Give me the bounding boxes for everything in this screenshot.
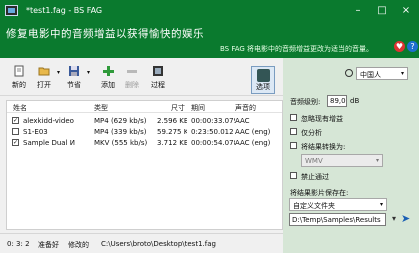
close-button[interactable]: × <box>395 3 417 18</box>
go-arrow-icon[interactable]: ➤ <box>401 213 415 225</box>
remove-minus-icon <box>127 70 137 73</box>
window-title: *test1.fag - BS FAG <box>26 6 103 15</box>
disable-pass-checkbox[interactable] <box>290 172 297 179</box>
status-state: 准备好 <box>38 241 59 249</box>
chevron-down-icon: ▾ <box>379 201 383 208</box>
disable-pass-label: 禁止通过 <box>301 173 329 181</box>
remove-label: 删除 <box>125 81 139 89</box>
info-icon[interactable]: ? <box>407 41 418 52</box>
status-file-path: C:\Users\broto\Desktop\test1.fag <box>101 240 216 248</box>
gain-unit: dB <box>350 97 360 105</box>
analyze-only-label: 仅分析 <box>301 129 322 137</box>
convert-format-value: WMV <box>305 157 323 165</box>
file-size: 3.712 KB <box>157 139 187 147</box>
new-button[interactable]: 新的 <box>9 65 29 93</box>
add-button[interactable]: 添加 <box>98 65 118 93</box>
new-label: 新的 <box>12 81 26 89</box>
film-app-icon <box>5 5 18 16</box>
ignore-gain-checkbox[interactable] <box>290 114 297 121</box>
options-button[interactable]: 选项 <box>251 66 275 94</box>
file-duration: 0:23:50.012 <box>191 128 234 136</box>
column-audio[interactable]: 声音的 <box>235 103 256 113</box>
app-slogan: 修复电影中的音频增益以获得愉快的娱乐 <box>6 28 204 40</box>
column-duration[interactable]: 期间 <box>191 103 205 113</box>
browse-folder-icon[interactable]: ▾ <box>389 214 399 224</box>
file-type: MP4 (339 kb/s) <box>94 128 147 136</box>
analyze-only-checkbox[interactable] <box>290 128 297 135</box>
toolbar: 新的 打开 ▾ 节省 ▾ 添加 删除 过程 <box>0 58 283 96</box>
open-label: 打开 <box>37 81 51 89</box>
save-to-label: 将结果影片保存在: <box>290 189 349 197</box>
help-heart-icon[interactable]: ♥ <box>394 41 405 52</box>
settings-panel: 中国人 ▾ 音频级别: 89,0 dB 忽略现有增益 仅分析 将结果转换为: W… <box>283 58 419 253</box>
file-duration: 00:00:54.078 <box>191 139 235 147</box>
globe-icon <box>345 69 353 77</box>
status-bar: 0: 3: 2 准备好 修改的 C:\Users\broto\Desktop\t… <box>0 233 283 253</box>
table-header: 姓名 类型 尺寸 期间 声音的 <box>7 101 282 113</box>
chevron-down-icon: ▾ <box>375 157 379 164</box>
output-path-field[interactable]: D:\Temp\Samples\Results <box>289 213 386 226</box>
convert-format-select[interactable]: WMV ▾ <box>301 154 383 167</box>
open-dropdown-arrow-icon[interactable]: ▾ <box>57 69 60 76</box>
add-label: 添加 <box>101 81 115 89</box>
save-disk-icon <box>69 66 79 76</box>
save-location-select[interactable]: 自定义文件夹 ▾ <box>289 198 387 211</box>
status-count: 0: 3: 2 <box>7 240 30 248</box>
file-table[interactable]: 姓名 类型 尺寸 期间 声音的 ✓ alexkidd-video MP4 (62… <box>6 100 283 230</box>
file-type: MKV (555 kb/s) <box>94 139 148 147</box>
table-row[interactable]: S1-E03 MP4 (339 kb/s) 59.275 KB 0:23:50.… <box>7 126 282 137</box>
save-dropdown-arrow-icon[interactable]: ▾ <box>87 69 90 76</box>
file-audio: AAC <box>235 117 250 125</box>
minimize-button[interactable]: – <box>347 3 369 18</box>
title-bar: *test1.fag - BS FAG – □ × <box>0 0 419 22</box>
options-label: 选项 <box>256 83 270 91</box>
gain-label: 音频级别: <box>290 98 321 106</box>
header-banner: 修复电影中的音频增益以获得愉快的娱乐 BS FAG 将电影中的音频增益更改为适当… <box>0 22 419 58</box>
language-select[interactable]: 中国人 ▾ <box>356 67 408 80</box>
process-button[interactable]: 过程 <box>147 65 169 93</box>
table-row[interactable]: ✓ alexkidd-video MP4 (629 kb/s) 2.596 KB… <box>7 115 282 126</box>
maximize-button[interactable]: □ <box>371 3 393 18</box>
column-size[interactable]: 尺寸 <box>171 103 185 113</box>
open-button[interactable]: 打开 ▾ <box>34 65 60 93</box>
column-name[interactable]: 姓名 <box>13 103 27 113</box>
save-label: 节省 <box>67 81 81 89</box>
gain-input[interactable]: 89,0 <box>327 95 347 107</box>
open-folder-icon <box>38 67 50 76</box>
save-location-value: 自定义文件夹 <box>293 202 335 210</box>
file-duration: 00:00:33.079 <box>191 117 235 125</box>
row-checkbox[interactable]: ✓ <box>12 139 19 146</box>
file-name: Sample Dual И <box>23 139 75 147</box>
add-plus-icon <box>103 66 114 76</box>
language-value: 中国人 <box>360 71 381 79</box>
options-tools-icon <box>256 69 270 82</box>
process-film-icon <box>153 66 163 76</box>
file-size: 59.275 KB <box>157 128 187 136</box>
remove-button[interactable]: 删除 <box>122 65 142 93</box>
file-name: S1-E03 <box>23 128 48 136</box>
file-name: alexkidd-video <box>23 117 74 125</box>
app-window: *test1.fag - BS FAG – □ × 修复电影中的音频增益以获得愉… <box>0 0 419 253</box>
status-modified: 修改的 <box>68 241 89 249</box>
column-type[interactable]: 类型 <box>94 103 108 113</box>
file-size: 2.596 KB <box>157 117 187 125</box>
file-type: MP4 (629 kb/s) <box>94 117 147 125</box>
file-audio: AAC (eng) <box>235 128 271 136</box>
process-label: 过程 <box>151 81 165 89</box>
ignore-gain-label: 忽略现有增益 <box>301 115 343 123</box>
chevron-down-icon: ▾ <box>400 70 404 77</box>
row-checkbox[interactable]: ✓ <box>12 117 19 124</box>
table-row[interactable]: ✓ Sample Dual И MKV (555 kb/s) 3.712 KB … <box>7 137 282 148</box>
app-description: BS FAG 将电影中的音频增益更改为适当的音量。 <box>220 45 374 53</box>
file-audio: AAC (eng) <box>235 139 271 147</box>
convert-checkbox[interactable] <box>290 142 297 149</box>
new-file-icon <box>14 65 24 77</box>
save-button[interactable]: 节省 ▾ <box>64 65 90 93</box>
row-checkbox[interactable] <box>12 128 19 135</box>
convert-label: 将结果转换为: <box>301 143 346 151</box>
